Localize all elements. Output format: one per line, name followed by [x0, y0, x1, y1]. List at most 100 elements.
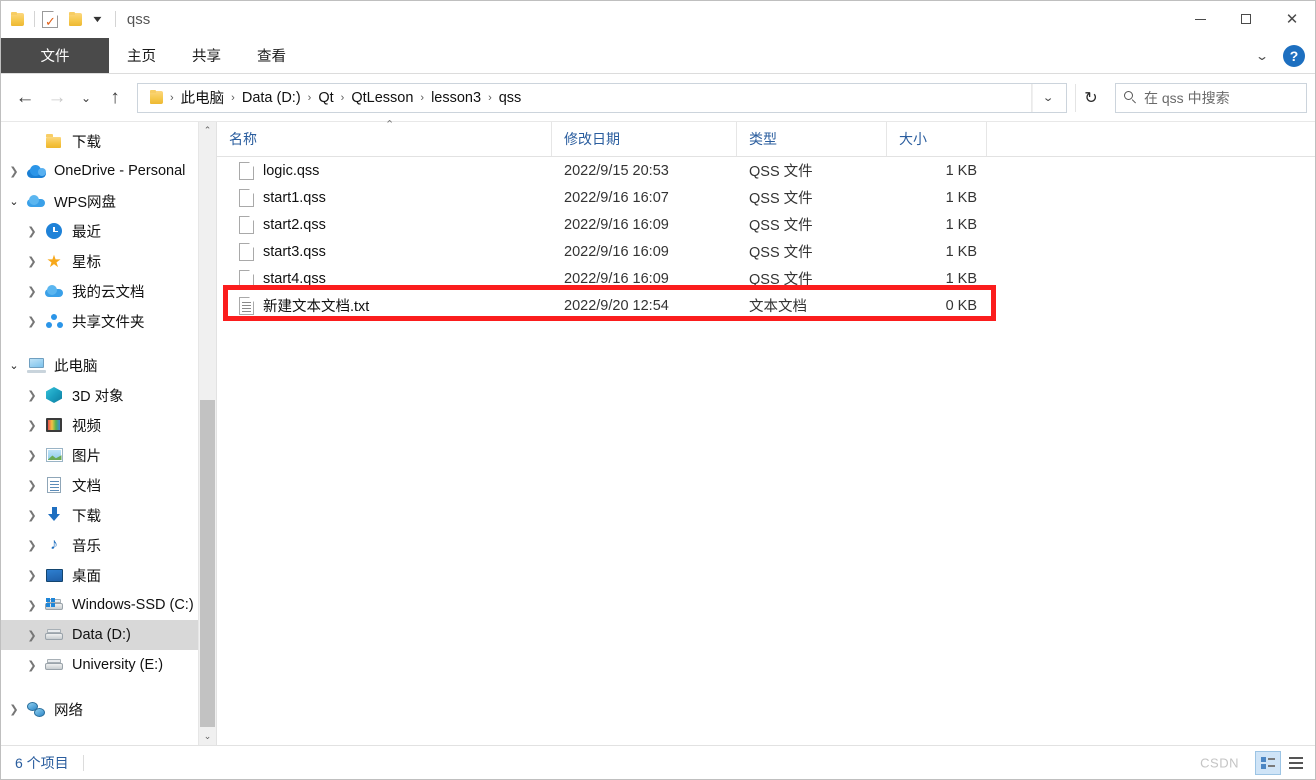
scroll-down-icon[interactable]: ⌄ [199, 728, 216, 745]
sidebar-item-windows-ssd-c[interactable]: ❯ Windows-SSD (C:) [1, 590, 216, 620]
minimize-button[interactable] [1177, 1, 1223, 37]
sidebar-item-shared-folder[interactable]: ❯ 共享文件夹 [1, 306, 216, 336]
file-name-label: 新建文本文档.txt [263, 299, 370, 315]
sidebar-item-university-e[interactable]: ❯ University (E:) [1, 650, 216, 680]
breadcrumb-separator: › [420, 91, 425, 104]
breadcrumb-item-qt[interactable]: Qt [313, 88, 338, 108]
back-button[interactable]: ← [9, 82, 41, 114]
sidebar-item-wps-cloud[interactable]: ⌄ WPS网盘 [1, 186, 216, 216]
column-header-size[interactable]: 大小 [887, 122, 987, 156]
breadcrumb-separator: › [170, 91, 174, 104]
chevron-right-icon[interactable]: ❯ [21, 285, 43, 298]
help-icon[interactable]: ? [1283, 44, 1305, 67]
sidebar-item-downloads-quick[interactable]: 下载 [1, 126, 216, 156]
sidebar-item-onedrive[interactable]: ❯ OneDrive - Personal [1, 156, 216, 186]
chevron-down-icon[interactable]: ⌄ [3, 195, 25, 208]
file-name-cell[interactable]: logic.qss [217, 161, 552, 180]
music-icon: ♪ [50, 536, 58, 553]
sidebar-item-label: 3D 对象 [72, 388, 124, 405]
file-name-cell[interactable]: start3.qss [217, 242, 552, 261]
breadcrumb-item-data-d[interactable]: Data (D:) [237, 88, 306, 108]
sidebar-item-music[interactable]: ❯ ♪ 音乐 [1, 530, 216, 560]
properties-icon[interactable]: ✓ [42, 10, 58, 28]
maximize-button[interactable] [1223, 1, 1269, 37]
search-input[interactable]: 在 qss 中搜索 [1144, 88, 1230, 108]
scrollbar-thumb[interactable] [200, 400, 215, 727]
qss-file-icon [239, 215, 254, 234]
sidebar-item-this-pc[interactable]: ⌄ 此电脑 [1, 350, 216, 380]
expand-ribbon-chevron-down-icon[interactable]: ⌄ [1247, 49, 1278, 63]
chevron-right-icon[interactable]: ❯ [21, 255, 43, 268]
table-row[interactable]: 新建文本文档.txt 2022/9/20 12:54 文本文档 0 KB [217, 292, 1315, 319]
table-row[interactable]: start2.qss 2022/9/16 16:09 QSS 文件 1 KB [217, 211, 1315, 238]
sidebar-item-label: 音乐 [72, 538, 101, 555]
table-row[interactable]: logic.qss 2022/9/15 20:53 QSS 文件 1 KB [217, 157, 1315, 184]
chevron-right-icon[interactable]: ❯ [21, 479, 43, 492]
sidebar-item-starred[interactable]: ❯ ★ 星标 [1, 246, 216, 276]
window-title: qss [126, 10, 151, 28]
table-row[interactable]: start3.qss 2022/9/16 16:09 QSS 文件 1 KB [217, 238, 1315, 265]
wps-cloud-icon [25, 191, 47, 211]
forward-button[interactable]: → [41, 82, 73, 114]
sidebar-item-pictures[interactable]: ❯ 图片 [1, 440, 216, 470]
tab-share[interactable]: 共享 [174, 38, 239, 73]
breadcrumb-item-lesson3[interactable]: lesson3 [426, 88, 486, 108]
table-row[interactable]: start1.qss 2022/9/16 16:07 QSS 文件 1 KB [217, 184, 1315, 211]
sidebar-item-3d-objects[interactable]: ❯ 3D 对象 [1, 380, 216, 410]
chevron-right-icon[interactable]: ❯ [21, 315, 43, 328]
sidebar-item-videos[interactable]: ❯ 视频 [1, 410, 216, 440]
chevron-right-icon[interactable]: ❯ [21, 629, 43, 642]
sidebar-item-my-cloud-docs[interactable]: ❯ 我的云文档 [1, 276, 216, 306]
file-type-cell: QSS 文件 [749, 191, 813, 207]
chevron-right-icon[interactable]: ❯ [21, 509, 43, 522]
breadcrumb-item-qss[interactable]: qss [494, 88, 527, 108]
chevron-right-icon[interactable]: ❯ [21, 659, 43, 672]
up-button[interactable]: ↑ [99, 82, 131, 114]
details-view-button[interactable] [1255, 750, 1281, 775]
address-bar[interactable]: › 此电脑 › Data (D:) › Qt › QtLesson › less… [137, 82, 1067, 113]
search-box[interactable]: 在 qss 中搜索 [1115, 82, 1307, 113]
chevron-right-icon[interactable]: ❯ [3, 165, 25, 178]
chevron-down-icon[interactable]: ⌄ [3, 359, 25, 372]
sidebar-item-label: 网络 [54, 702, 83, 719]
tab-file[interactable]: 文件 [1, 38, 109, 73]
chevron-right-icon[interactable]: ❯ [21, 599, 43, 612]
sidebar-item-documents[interactable]: ❯ 文档 [1, 470, 216, 500]
refresh-icon[interactable]: ↻ [1075, 83, 1107, 112]
file-name-cell[interactable]: 新建文本文档.txt [217, 295, 552, 316]
sidebar-item-desktop[interactable]: ❯ 桌面 [1, 560, 216, 590]
file-name-cell[interactable]: start2.qss [217, 215, 552, 234]
large-icons-view-button[interactable] [1283, 751, 1309, 775]
chevron-right-icon[interactable]: ❯ [21, 569, 43, 582]
chevron-right-icon[interactable]: ❯ [21, 389, 43, 402]
file-type-cell: 文本文档 [749, 299, 807, 315]
address-dropdown-chevron-down-icon[interactable]: ⌄ [1031, 83, 1064, 112]
tab-view[interactable]: 查看 [239, 38, 304, 73]
file-name-label: logic.qss [263, 162, 320, 179]
file-name-cell[interactable]: start4.qss [217, 269, 552, 288]
column-header-type[interactable]: 类型 [737, 122, 887, 156]
close-button[interactable]: ✕ [1269, 1, 1315, 37]
sidebar-item-label: 下载 [72, 134, 101, 151]
chevron-right-icon[interactable]: ❯ [21, 539, 43, 552]
sidebar-item-data-d[interactable]: ❯ Data (D:) [1, 620, 216, 650]
column-header-date[interactable]: 修改日期 [552, 122, 737, 156]
chevron-right-icon[interactable]: ❯ [3, 703, 25, 716]
sidebar-item-downloads[interactable]: ❯ 下载 [1, 500, 216, 530]
sidebar-item-network[interactable]: ❯ 网络 [1, 694, 216, 724]
sidebar-scrollbar[interactable]: ⌃ ⌄ [198, 122, 216, 745]
recent-locations-chevron-down-icon[interactable]: ⌄ [73, 82, 99, 114]
tab-home[interactable]: 主页 [109, 38, 174, 73]
chevron-right-icon[interactable]: ❯ [21, 225, 43, 238]
customize-caret-icon[interactable]: ▼ [91, 14, 104, 24]
chevron-right-icon[interactable]: ❯ [21, 419, 43, 432]
chevron-right-icon[interactable]: ❯ [21, 449, 43, 462]
table-row[interactable]: start4.qss 2022/9/16 16:09 QSS 文件 1 KB [217, 265, 1315, 292]
breadcrumb-item-this-pc[interactable]: 此电脑 [176, 85, 230, 110]
new-folder-icon[interactable] [67, 11, 85, 27]
sidebar-item-recent[interactable]: ❯ 最近 [1, 216, 216, 246]
breadcrumb-item-qtlesson[interactable]: QtLesson [346, 88, 418, 108]
scroll-up-icon[interactable]: ⌃ [199, 122, 216, 139]
file-name-cell[interactable]: start1.qss [217, 188, 552, 207]
file-name-label: start1.qss [263, 189, 326, 206]
